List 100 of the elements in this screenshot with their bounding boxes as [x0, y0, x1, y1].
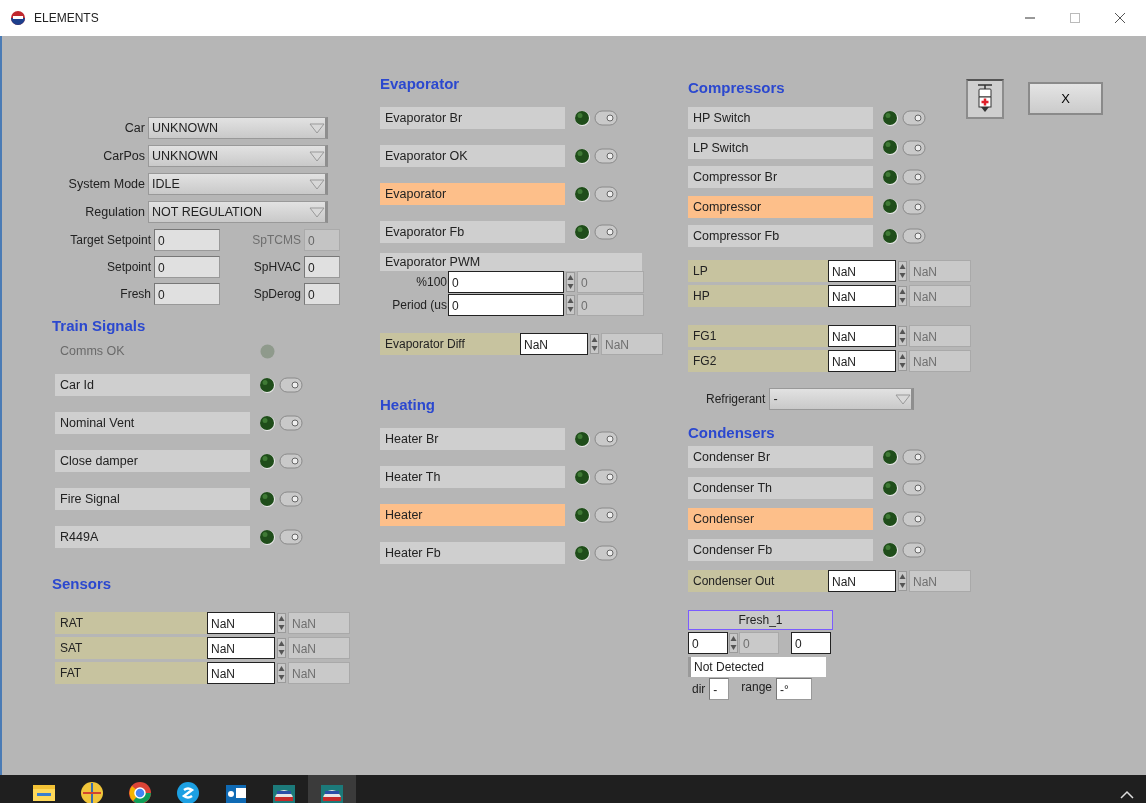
section-heading: Condensers — [688, 423, 776, 443]
dropdown[interactable]: UNKNOWN — [148, 145, 328, 167]
value-field: 0 — [304, 229, 340, 251]
measurement-label: FG2 — [688, 350, 828, 372]
measurement-label: FAT — [55, 662, 207, 684]
dropdown[interactable]: IDLE — [148, 173, 328, 195]
spinner-arrows[interactable] — [566, 272, 575, 292]
field-label: range — [741, 679, 773, 696]
toggle-switch[interactable] — [594, 186, 618, 202]
toggle-switch[interactable] — [279, 453, 303, 469]
indicator-light — [574, 223, 591, 241]
spinner-arrows[interactable] — [277, 663, 286, 683]
toggle-switch[interactable] — [594, 469, 618, 485]
toggle-switch[interactable] — [902, 480, 926, 496]
toggle-switch[interactable] — [902, 139, 926, 156]
value-field[interactable]: NaN — [520, 333, 588, 355]
value-field[interactable]: 0 — [304, 283, 340, 305]
toggle-switch[interactable] — [902, 449, 926, 465]
toggle-switch[interactable] — [902, 542, 926, 558]
spinner-arrows[interactable] — [898, 261, 907, 281]
toggle-switch[interactable] — [279, 529, 303, 545]
toggle-switch[interactable] — [902, 228, 926, 244]
toggle-switch[interactable] — [902, 169, 926, 185]
value-field[interactable]: 0 — [448, 294, 564, 316]
spinner-arrows[interactable] — [729, 633, 738, 653]
signal-label: Condenser Th — [688, 477, 873, 499]
signal-label: Heater Br — [380, 428, 565, 450]
chevron-up-icon[interactable] — [1120, 789, 1134, 799]
field-label: SpTCMS — [251, 232, 302, 249]
value-field[interactable]: - — [709, 678, 730, 700]
close-button[interactable]: X — [1028, 82, 1103, 115]
close-icon[interactable] — [1114, 13, 1125, 23]
toggle-switch[interactable] — [594, 224, 618, 240]
value-field[interactable]: 0 — [154, 256, 220, 278]
toggle-switch[interactable] — [594, 507, 618, 523]
section-heading: Train Signals — [52, 316, 147, 336]
section-heading: Evaporator — [380, 74, 461, 94]
field-label: Target Setpoint — [69, 232, 152, 249]
indicator-light — [882, 541, 899, 559]
value-field[interactable]: NaN — [207, 637, 275, 659]
toggle-switch[interactable] — [279, 377, 303, 393]
spinner-arrows[interactable] — [898, 326, 907, 346]
signal-label: Fire Signal — [55, 488, 250, 510]
value-field[interactable]: NaN — [828, 260, 896, 282]
indicator-light — [574, 147, 591, 165]
indicator-light — [259, 414, 276, 432]
toggle-switch[interactable] — [902, 110, 926, 126]
section-heading: Heating — [380, 395, 436, 415]
dropdown[interactable]: NOT REGULATION — [148, 201, 328, 223]
field-label: Setpoint — [105, 259, 152, 276]
value-field[interactable]: NaN — [828, 285, 896, 307]
field-label: %100 — [415, 274, 448, 291]
value-field[interactable]: NaN — [828, 570, 896, 592]
field-label: System Mode — [67, 175, 146, 193]
readout-field: NaN — [909, 260, 971, 282]
value-field[interactable]: NaN — [207, 662, 275, 684]
indicator-light — [259, 452, 276, 470]
value-field[interactable]: 0 — [448, 271, 564, 293]
toggle-switch[interactable] — [594, 431, 618, 447]
spinner-arrows[interactable] — [590, 334, 599, 354]
inject-button[interactable] — [966, 79, 1004, 119]
caret-icon — [309, 178, 325, 190]
spinner-arrows[interactable] — [898, 351, 907, 371]
signal-label: LP Switch — [688, 136, 873, 159]
signal-label: Heater Th — [380, 466, 565, 488]
toggle-switch[interactable] — [902, 198, 926, 215]
readout-field: NaN — [288, 637, 350, 659]
value-field[interactable]: 0 — [688, 632, 728, 654]
dropdown[interactable]: UNKNOWN — [148, 117, 328, 139]
dropdown[interactable]: - — [769, 388, 915, 410]
value-field[interactable]: NaN — [828, 350, 896, 372]
indicator-light — [882, 198, 899, 215]
maximize-icon[interactable] — [1069, 13, 1080, 23]
signal-label: Evaporator — [380, 183, 565, 205]
spinner-arrows[interactable] — [566, 295, 575, 315]
indicator-light — [882, 227, 899, 245]
spinner-arrows[interactable] — [277, 638, 286, 658]
value-field[interactable]: NaN — [828, 325, 896, 347]
signal-label: Condenser — [688, 508, 873, 530]
value-field[interactable]: -° — [776, 678, 813, 700]
spinner-arrows[interactable] — [898, 286, 907, 306]
indicator-light — [259, 490, 276, 508]
toggle-switch[interactable] — [279, 491, 303, 507]
spinner-arrows[interactable] — [277, 613, 286, 633]
indicator-light — [259, 528, 276, 546]
toggle-switch[interactable] — [902, 511, 926, 527]
value-field[interactable]: 0 — [154, 283, 220, 305]
value-field[interactable]: 0 — [154, 229, 220, 251]
value-field[interactable]: 0 — [791, 632, 831, 654]
syringe-icon — [975, 84, 995, 114]
field-label: Car — [123, 119, 146, 137]
value-field[interactable]: 0 — [304, 256, 340, 278]
taskbar-app[interactable] — [308, 775, 356, 803]
toggle-switch[interactable] — [279, 415, 303, 431]
value-field[interactable]: NaN — [207, 612, 275, 634]
spinner-arrows[interactable] — [898, 571, 907, 591]
toggle-switch[interactable] — [594, 148, 618, 164]
indicator-light — [259, 376, 276, 394]
toggle-switch[interactable] — [594, 110, 618, 126]
toggle-switch[interactable] — [594, 545, 618, 561]
